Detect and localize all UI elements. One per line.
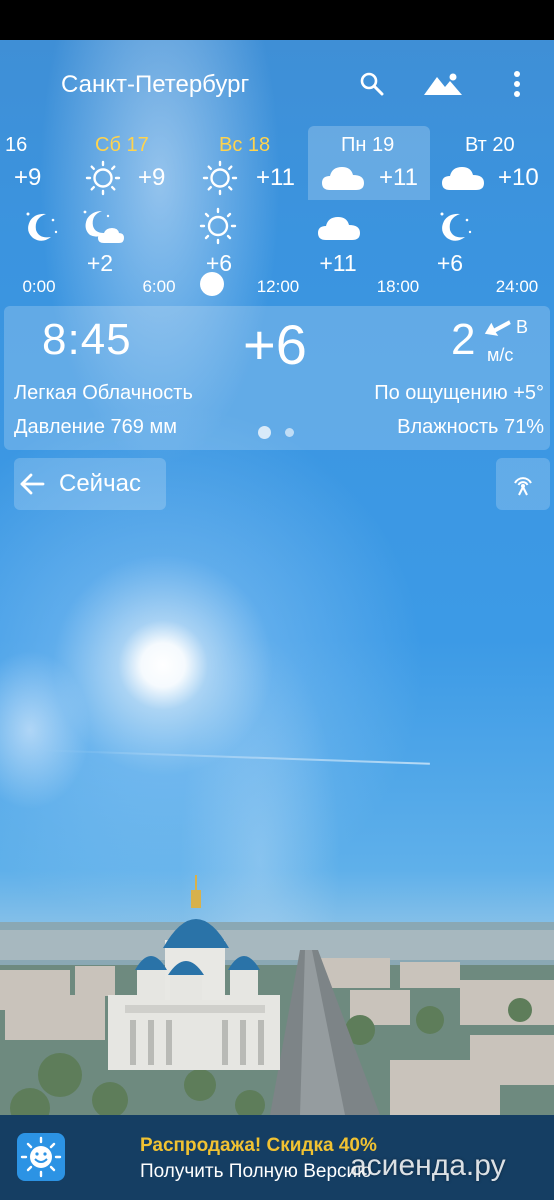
hour-temp: +11 bbox=[319, 250, 357, 276]
cloud-icon bbox=[442, 167, 484, 190]
current-temperature: +6 bbox=[243, 313, 307, 376]
now-button-label: Сейчас bbox=[59, 470, 141, 497]
hour-time: 24:00 bbox=[495, 277, 539, 296]
city-skyline-image bbox=[0, 875, 554, 1115]
day-tab[interactable]: 16 +9 bbox=[0, 126, 62, 200]
cloud-icon bbox=[318, 217, 360, 240]
radar-icon bbox=[514, 477, 532, 496]
day-tab-selected[interactable]: Пн 19 +11 bbox=[308, 126, 430, 200]
contrail bbox=[40, 749, 430, 765]
more-vert-icon[interactable] bbox=[497, 66, 537, 102]
arrow-left-icon bbox=[20, 473, 45, 495]
sun-icon bbox=[85, 160, 121, 196]
daily-forecast-strip: 16 +9 Сб 17 +9 Вс 18 +11 Пн 19 +11 Вт 20… bbox=[0, 126, 554, 200]
page-dot[interactable] bbox=[285, 428, 294, 437]
day-temp: +11 bbox=[256, 164, 295, 191]
current-time-marker[interactable] bbox=[200, 272, 224, 296]
landscape-icon[interactable] bbox=[420, 66, 466, 102]
current-time: 8:45 bbox=[42, 315, 132, 364]
day-label: Вс 18 bbox=[219, 134, 271, 156]
day-label: 16 bbox=[5, 134, 28, 156]
radar-button[interactable] bbox=[496, 458, 550, 510]
humidity-text: Влажность 71% bbox=[397, 416, 544, 438]
wind-speed: 2 bbox=[451, 315, 476, 364]
cloud-icon bbox=[322, 167, 364, 190]
day-temp: +11 bbox=[379, 164, 418, 191]
pressure-text: Давление 769 мм bbox=[14, 416, 177, 438]
page-dot-active[interactable] bbox=[258, 426, 271, 439]
hour-temp: +6 bbox=[205, 250, 233, 276]
sun-icon bbox=[199, 207, 237, 245]
hour-time: 6:00 bbox=[142, 277, 176, 296]
promo-subtitle: Получить Полную Версию bbox=[140, 1161, 372, 1182]
moon-stars-icon bbox=[26, 212, 58, 241]
day-label: Вт 20 bbox=[465, 134, 515, 156]
city-title[interactable]: Санкт-Петербург bbox=[61, 70, 249, 100]
wind-direction: В bbox=[516, 317, 529, 337]
wind-unit: м/с bbox=[487, 345, 514, 365]
watermark: асиенда.ру bbox=[350, 1149, 506, 1182]
day-temp: +9 bbox=[138, 164, 166, 191]
hour-temp: +6 bbox=[436, 250, 464, 276]
day-temp: +10 bbox=[498, 164, 539, 191]
hour-time: 12:00 bbox=[256, 277, 300, 296]
day-temp: +9 bbox=[14, 164, 42, 191]
status-bar bbox=[0, 0, 554, 40]
day-label: Пн 19 bbox=[341, 134, 395, 156]
day-label: Сб 17 bbox=[95, 134, 149, 156]
condition-text: Легкая Облачность bbox=[14, 382, 193, 404]
hour-temp: +2 bbox=[86, 250, 114, 276]
day-tab[interactable]: Вт 20 +10 bbox=[430, 126, 554, 200]
moon-cloud-icon bbox=[83, 210, 124, 243]
hour-time: 18:00 bbox=[376, 277, 420, 296]
search-icon[interactable] bbox=[352, 66, 392, 102]
hourly-forecast-strip[interactable]: +2 +6 +11 +6 0:00 6:00 12:00 18:00 24:00 bbox=[0, 200, 554, 300]
sun-icon bbox=[202, 160, 238, 196]
smiling-sun-logo-icon[interactable] bbox=[17, 1133, 65, 1181]
day-tab[interactable]: Вс 18 +11 bbox=[192, 126, 308, 200]
day-tab[interactable]: Сб 17 +9 bbox=[68, 126, 192, 200]
wind-arrow-icon bbox=[484, 320, 511, 336]
hour-time: 0:00 bbox=[22, 277, 56, 296]
feels-like-text: По ощущению +5° bbox=[374, 382, 544, 404]
promo-title: Распродажа! Скидка 40% bbox=[140, 1135, 377, 1156]
moon-stars-icon bbox=[440, 212, 472, 241]
